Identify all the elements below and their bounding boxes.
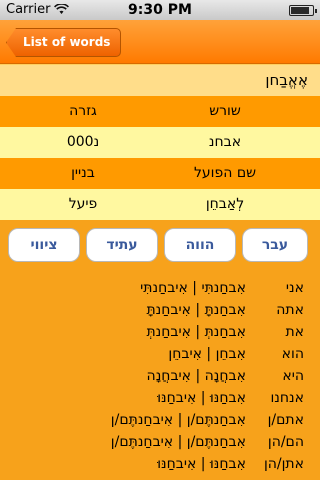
conjugated-forms: אִבחַנּוּ | אִיבחַנּוּ xyxy=(157,456,246,472)
conjugation-row: את אִבחַנתְּ | אִיבחַנתְּ xyxy=(0,322,320,344)
status-time: 9:30 PM xyxy=(128,2,192,18)
conjugated-forms: אִבחַנתְּ | אִיבחַנתְּ xyxy=(146,324,246,340)
pronoun: הם/הן xyxy=(267,434,304,450)
root-header: שורש xyxy=(209,103,241,119)
conjugated-forms: אִבחַנתֶּם/ן | אִיבחַנתֶּם/ן xyxy=(110,412,246,428)
conjugated-forms: אִבחַנתֶּם/ן | אִיבחַנתֶּם/ן xyxy=(110,434,246,450)
navigation-bar: List of words xyxy=(0,20,320,64)
pronoun: את xyxy=(285,324,304,340)
gizra-header: גזרה xyxy=(69,103,97,119)
infinitive-value: לְאַבחֵן xyxy=(205,196,245,212)
tense-past-button[interactable]: עבר xyxy=(242,228,308,262)
infinitive-header: שם הפועל xyxy=(193,165,257,181)
binyan-header: בניין xyxy=(71,165,95,181)
pronoun: אתה xyxy=(276,302,304,318)
root-header-row: שורש גזרה xyxy=(0,96,320,127)
conjugation-row: אנחנו אִבחַנּוּ | אִיבחַנּוּ xyxy=(0,388,320,410)
conjugation-row: הוא אִבחֵן | אִיבחֵן xyxy=(0,344,320,366)
conjugation-row: אתה אִבחַנתָּ | אִיבחַנתָּ xyxy=(0,300,320,322)
pronoun: אנחנו xyxy=(270,390,304,406)
status-bar: Carrier 9:30 PM xyxy=(0,0,320,20)
back-button[interactable]: List of words xyxy=(6,28,122,57)
root-value-row: אבחנ נ000 xyxy=(0,127,320,158)
word-title: אֶאֱבַחן xyxy=(265,71,308,89)
conjugated-forms: אִבחֲנָה | אִיבחֲנָה xyxy=(146,368,246,384)
conjugated-forms: אִבחַנתִּי | אִיבחַנתִּי xyxy=(140,280,246,296)
tense-future-button[interactable]: עתיד xyxy=(86,228,158,262)
battery-icon xyxy=(289,5,317,16)
pronoun: היא xyxy=(282,368,304,384)
conjugation-row: אתן/הן אִבחַנּוּ | אִיבחַנּוּ xyxy=(0,454,320,476)
conjugated-forms: אִבחֵן | אִיבחֵן xyxy=(168,346,246,362)
tense-selector: עבר הווה עתיד ציווי xyxy=(0,220,320,270)
conjugation-row: אני אִבחַנתִּי | אִיבחַנתִּי xyxy=(0,278,320,300)
conjugated-forms: אִבחַנתָּ | אִיבחַנתָּ xyxy=(146,302,246,318)
word-header: אֶאֱבַחן xyxy=(0,64,320,96)
pronoun: אתן/הן xyxy=(263,456,304,472)
infinitive-header-row: שם הפועל בניין xyxy=(0,158,320,189)
battery-level xyxy=(291,7,309,14)
pronoun: אתם/ן xyxy=(267,412,304,428)
tense-present-button[interactable]: הווה xyxy=(164,228,236,262)
tense-imperative-button[interactable]: ציווי xyxy=(8,228,80,262)
pronoun: הוא xyxy=(281,346,304,362)
conjugated-forms: אִבחַנּוּ | אִיבחַנּוּ xyxy=(157,390,246,406)
conjugation-row: אתם/ן אִבחַנתֶּם/ן | אִיבחַנתֶּם/ן xyxy=(0,410,320,432)
binyan-value: פיעל xyxy=(68,196,98,212)
pronoun: אני xyxy=(285,280,304,296)
gizra-value: נ000 xyxy=(66,134,100,150)
infinitive-value-row: לְאַבחֵן פיעל xyxy=(0,189,320,220)
root-value: אבחנ xyxy=(208,134,242,150)
conjugation-row: הם/הן אִבחַנתֶּם/ן | אִיבחַנתֶּם/ן xyxy=(0,432,320,454)
conjugation-row: היא אִבחֲנָה | אִיבחֲנָה xyxy=(0,366,320,388)
